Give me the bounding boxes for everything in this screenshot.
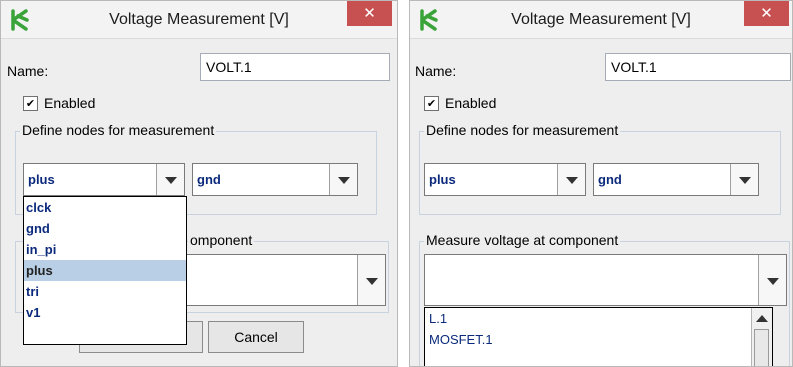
chevron-down-icon xyxy=(338,177,350,184)
dropdown-option[interactable]: L.1 xyxy=(425,308,772,329)
name-label: Name: xyxy=(415,63,457,79)
node-plus-value: plus xyxy=(429,172,456,187)
chevron-down-icon xyxy=(739,177,751,184)
dropdown-button[interactable] xyxy=(156,164,184,195)
name-input[interactable]: VOLT.1 xyxy=(200,53,390,81)
enabled-checkbox-row[interactable]: ✔ Enabled xyxy=(424,94,496,112)
enabled-checkbox[interactable]: ✔ xyxy=(23,95,38,111)
node-dropdown-list: clck gnd in_pi plus tri v1 xyxy=(23,196,187,345)
voltage-measurement-dialog: Voltage Measurement [V] ✕ Name: VOLT.1 ✔… xyxy=(0,0,398,367)
dropdown-option[interactable]: MOSFET.1 xyxy=(425,329,772,350)
node-minus-value: gnd xyxy=(197,172,221,187)
node-plus-select[interactable]: plus xyxy=(23,163,185,196)
chevron-up-icon[interactable] xyxy=(756,315,768,322)
close-icon: ✕ xyxy=(760,4,773,22)
dropdown-option[interactable]: tri xyxy=(24,281,186,302)
component-select[interactable] xyxy=(424,254,787,306)
chevron-down-icon xyxy=(165,177,177,184)
scrollbar[interactable] xyxy=(751,308,772,366)
dropdown-option[interactable]: v1 xyxy=(24,302,186,323)
dialog-title: Voltage Measurement [V] xyxy=(109,11,289,28)
enabled-label: Enabled xyxy=(445,95,497,111)
node-minus-select[interactable]: gnd xyxy=(593,163,759,196)
dropdown-option[interactable]: in_pi xyxy=(24,239,186,260)
title-bar[interactable]: Voltage Measurement [V] ✕ xyxy=(1,1,397,39)
dropdown-button[interactable] xyxy=(357,255,385,305)
node-plus-select[interactable]: plus xyxy=(424,163,586,196)
nodes-group-label: Define nodes for measurement xyxy=(20,122,217,138)
separator xyxy=(398,0,409,367)
node-minus-value: gnd xyxy=(598,172,622,187)
chevron-down-icon xyxy=(767,278,779,285)
title-bar[interactable]: Voltage Measurement [V] ✕ xyxy=(410,1,792,39)
dropdown-option[interactable]: clck xyxy=(24,197,186,218)
dropdown-button[interactable] xyxy=(329,164,357,195)
dialog-title: Voltage Measurement [V] xyxy=(511,11,691,28)
close-icon: ✕ xyxy=(363,4,376,22)
node-minus-select[interactable]: gnd xyxy=(192,163,358,196)
dropdown-option[interactable]: gnd xyxy=(24,218,186,239)
voltage-measurement-dialog: Voltage Measurement [V] ✕ Name: VOLT.1 ✔… xyxy=(409,0,793,367)
scrollbar-thumb[interactable] xyxy=(754,329,769,366)
name-label: Name: xyxy=(7,63,49,79)
enabled-label: Enabled xyxy=(44,95,96,111)
enabled-checkbox-row[interactable]: ✔ Enabled xyxy=(23,94,95,112)
component-dropdown-list: L.1 MOSFET.1 xyxy=(424,307,773,366)
name-input[interactable]: VOLT.1 xyxy=(605,53,791,81)
component-group-label: omponent xyxy=(188,232,255,248)
chevron-down-icon xyxy=(566,177,578,184)
cancel-button[interactable]: Cancel xyxy=(208,321,304,353)
dropdown-option-selected[interactable]: plus xyxy=(24,260,186,281)
node-plus-value: plus xyxy=(28,172,55,187)
component-group-label: Measure voltage at component xyxy=(424,232,621,248)
chevron-down-icon xyxy=(366,278,378,285)
nodes-group-label: Define nodes for measurement xyxy=(424,122,621,138)
close-button[interactable]: ✕ xyxy=(744,1,789,26)
dropdown-button[interactable] xyxy=(730,164,758,195)
close-button[interactable]: ✕ xyxy=(347,1,392,26)
dropdown-button[interactable] xyxy=(557,164,585,195)
enabled-checkbox[interactable]: ✔ xyxy=(424,95,439,111)
dropdown-button[interactable] xyxy=(758,255,786,305)
